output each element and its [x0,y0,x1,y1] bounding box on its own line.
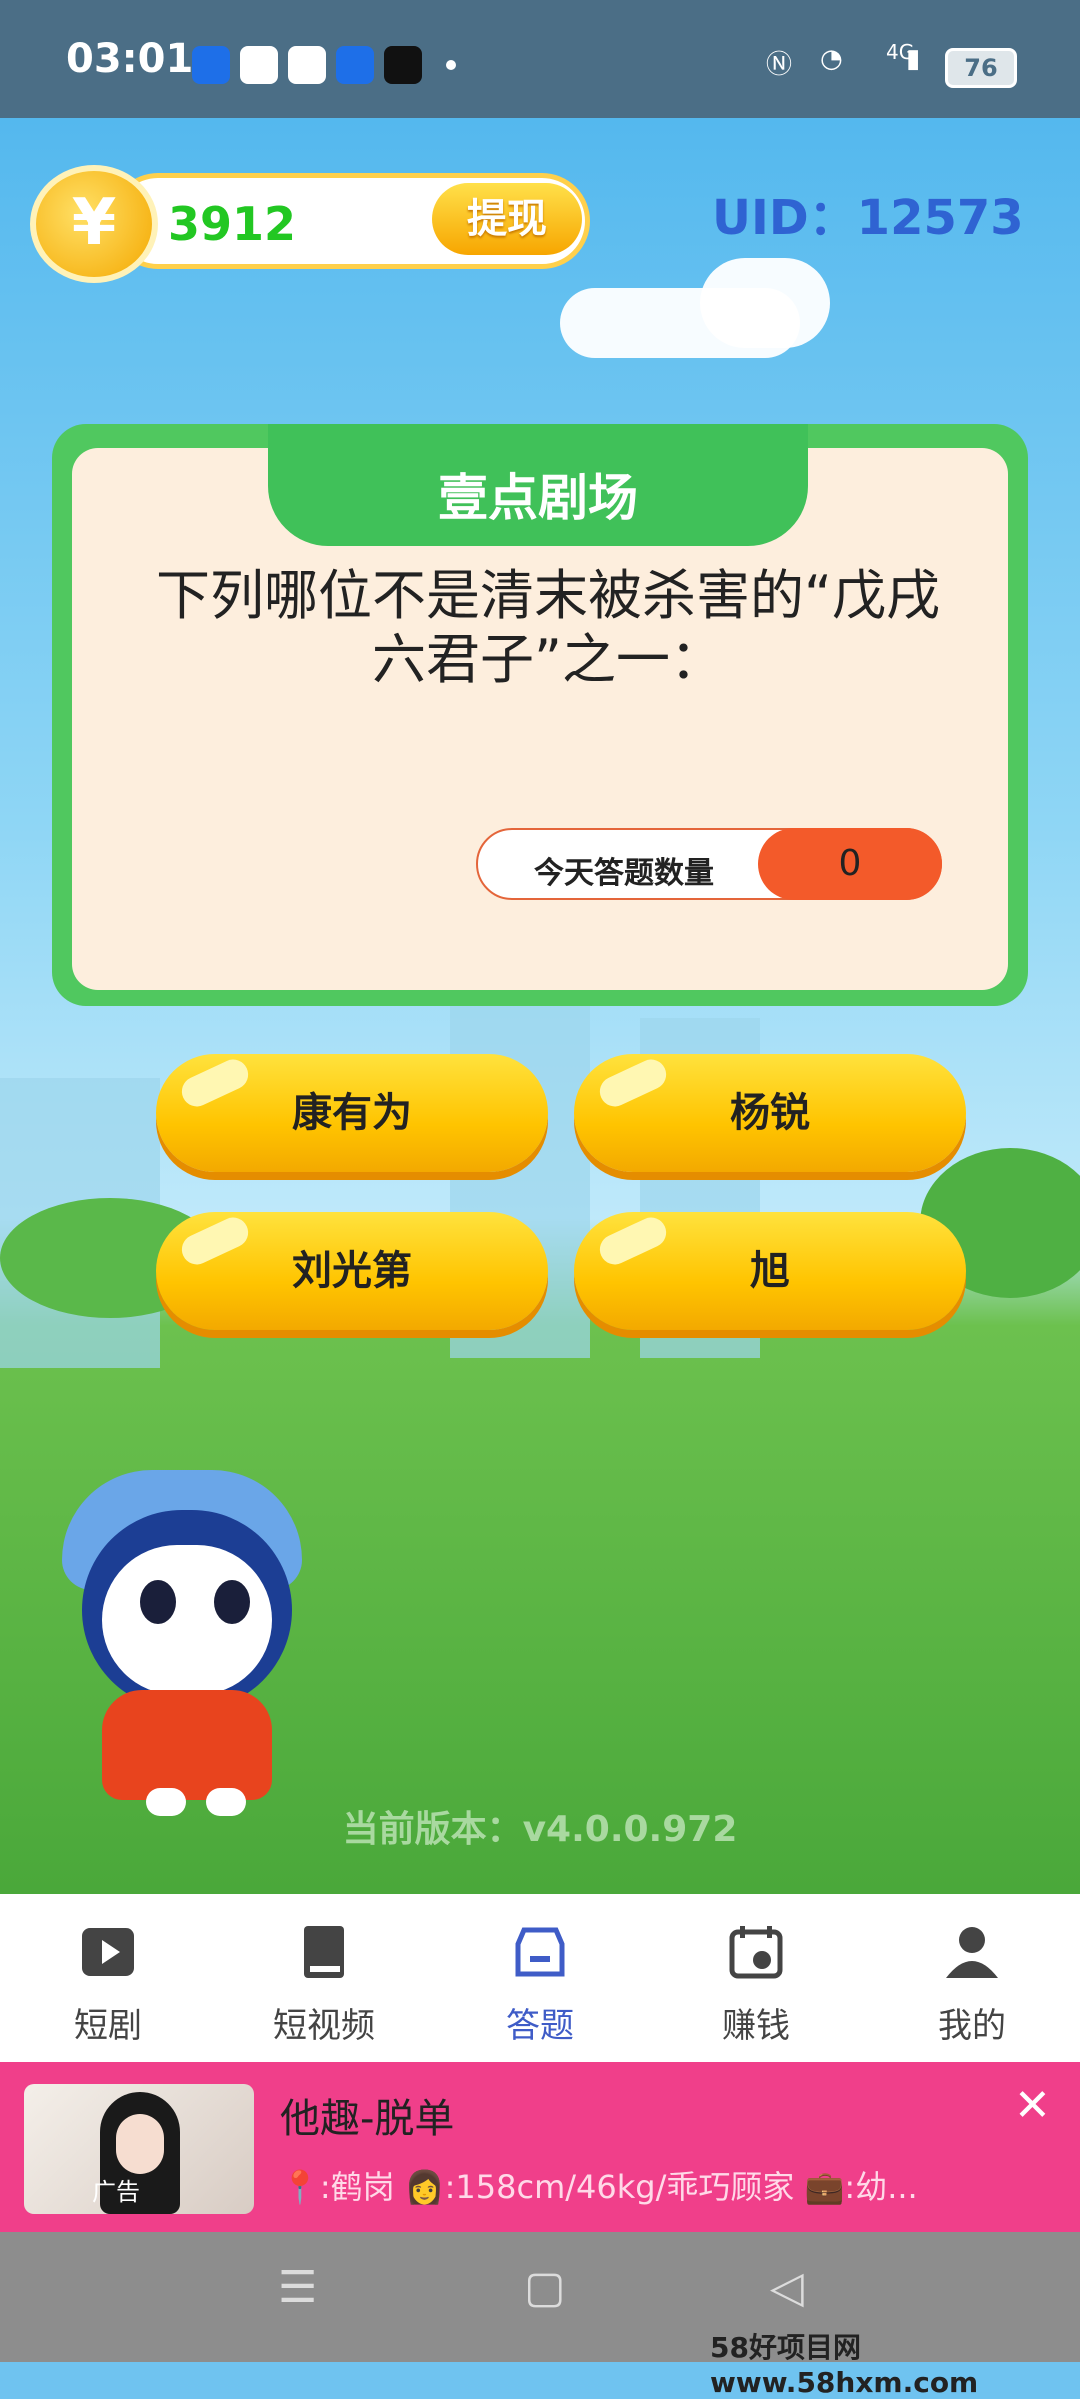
book-icon [304,1926,344,1978]
nav-item-profile[interactable]: 我的 [864,1894,1080,2062]
mascot-eye [140,1580,176,1624]
nav-item-earn[interactable]: 赚钱 [648,1894,864,2062]
user-icon [946,1927,998,1978]
user-id: UID：12573 [712,190,1024,246]
answer-count-label: 今天答题数量 [534,856,714,891]
question-card: 壹点剧场 下列哪位不是清末被杀害的“戊戌六君子”之一： 今天答题数量 0 [52,424,1028,1006]
alipay-icon [336,46,374,84]
play-icon [82,1928,134,1976]
nav-item-short-video[interactable]: 短视频 [216,1894,432,2062]
calendar-coin-icon [729,1926,783,1979]
mascot-face [102,1545,272,1695]
answer-option-label: 刘光第 [292,1248,412,1294]
ad-tag: 广告 [92,2178,140,2206]
bottom-nav: 短剧 短视频 答题 赚钱 我的 [0,1894,1080,2062]
ad-title: 他趣-脱单 [280,2096,455,2142]
menu-icon[interactable]: ☰ [278,2262,317,2313]
ad-description: 📍:鹤岗 👩:158cm/46kg/乖巧顾家 💼:幼... [280,2168,918,2206]
home-icon[interactable]: ▢ [524,2262,566,2313]
app-version: 当前版本：v4.0.0.972 [342,1809,738,1850]
close-icon[interactable]: ✕ [1014,2080,1051,2131]
daily-answer-count: 今天答题数量 0 [476,828,942,900]
nav-item-quiz[interactable]: 答题 [432,1894,648,2062]
status-time: 03:01 [66,36,194,82]
nav-item-label: 赚钱 [722,2006,790,2046]
more-notifications-icon [446,60,456,70]
status-bar: 03:01 Ⓝ ◔ 4G ▮ 76 [0,0,1080,118]
answer-option-3[interactable]: 刘光第 [156,1212,548,1330]
nav-item-label: 短剧 [74,2006,142,2046]
nav-item-label: 答题 [506,2006,574,2046]
answer-option-1[interactable]: 康有为 [156,1054,548,1172]
nav-item-short-drama[interactable]: 短剧 [0,1894,216,2062]
qq-icon [288,46,326,84]
coin-amount: 3912 [168,197,297,251]
answer-option-label: 杨锐 [730,1090,810,1136]
coin-balance-bar: ¥ 3912 提现 [30,165,595,283]
answer-option-2[interactable]: 杨锐 [574,1054,966,1172]
card-title: 壹点剧场 [438,469,638,527]
nav-item-label: 短视频 [273,2006,375,2046]
nfc-icon: Ⓝ [766,50,793,80]
signal-icon: ▮ [906,44,921,74]
watermark: 58好项目网www.58hxm.com [710,2331,979,2399]
mascot-character [62,1470,312,1820]
cloud [700,258,830,348]
answer-option-label: 康有为 [292,1090,412,1136]
yuan-coin-icon: ¥ [30,165,158,283]
wifi-icon: ◔ [820,44,843,74]
mascot-eye [214,1580,250,1624]
store-icon [515,1927,565,1977]
answer-count-value: 0 [758,828,942,900]
mobile-app-icon [240,46,278,84]
ad-banner[interactable]: 广告 他趣-脱单 📍:鹤岗 👩:158cm/46kg/乖巧顾家 💼:幼... ✕ [0,2062,1080,2232]
tiktok-icon [384,46,422,84]
battery-indicator: 76 [945,48,1017,88]
mascot-body [102,1690,272,1800]
back-icon[interactable]: ◁ [770,2262,804,2313]
answer-option-4[interactable]: 旭 [574,1212,966,1330]
withdraw-button[interactable]: 提现 [432,183,582,255]
app-notification-icon [192,46,230,84]
answer-option-label: 旭 [750,1248,790,1294]
nav-item-label: 我的 [938,2006,1006,2046]
question-text: 下列哪位不是清末被杀害的“戊戌六君子”之一： [156,564,940,691]
